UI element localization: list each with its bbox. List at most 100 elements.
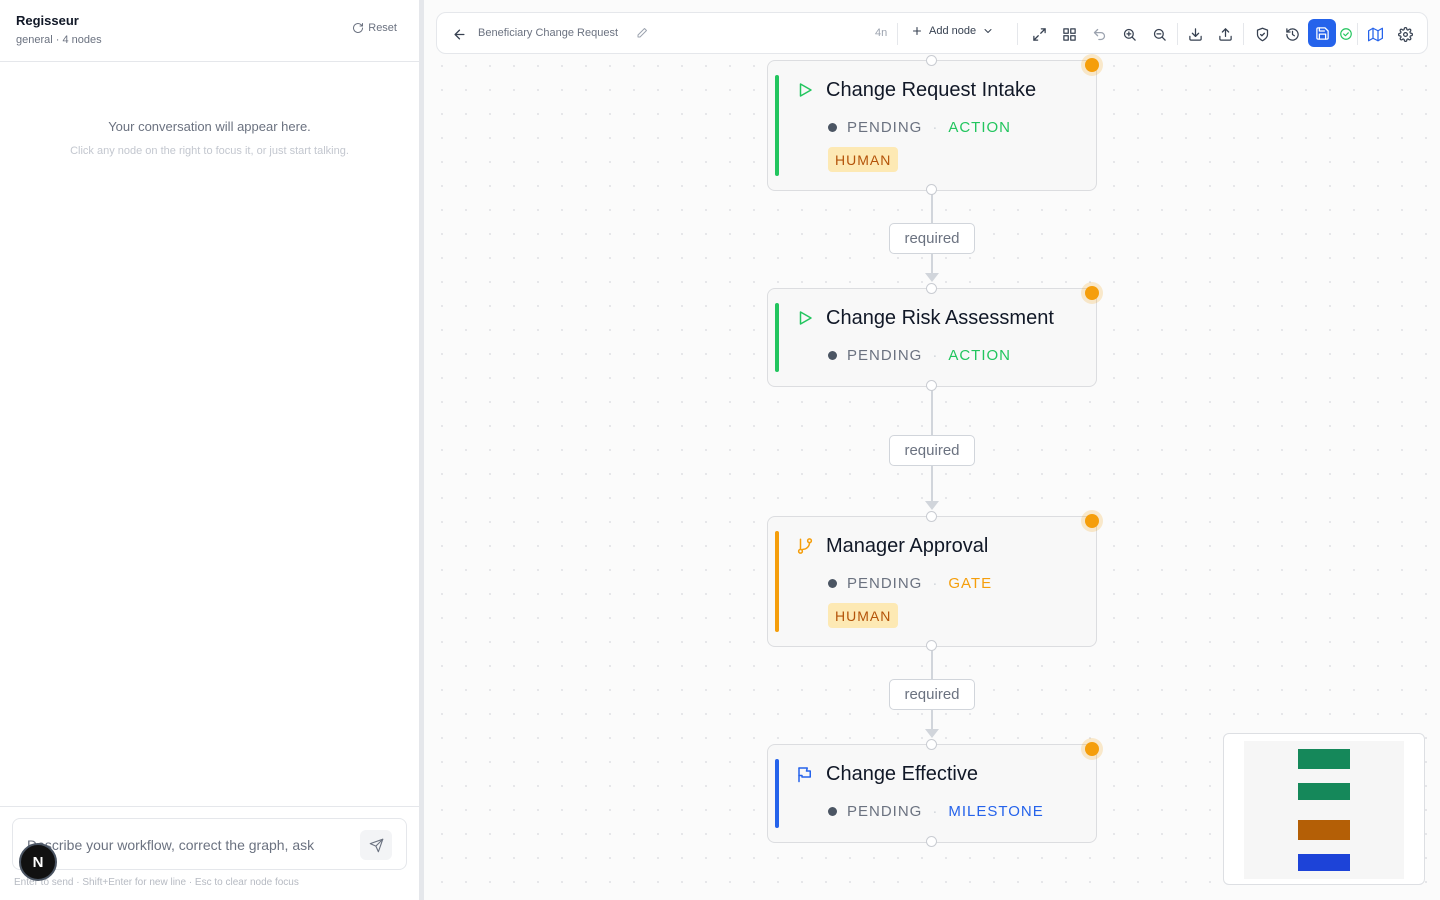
status-badge: PENDING [847,347,923,364]
toolbar-divider [1357,23,1358,45]
upload-button[interactable] [1215,24,1235,44]
separator-dot: · [932,575,939,592]
node-meta: PENDING · ACTION [828,119,1011,136]
back-button[interactable] [449,24,469,44]
status-badge: PENDING [847,575,923,592]
workflow-title[interactable]: Beneficiary Change Request [478,27,618,39]
avatar[interactable]: N [19,843,57,881]
status-dot [828,123,837,132]
reset-label: Reset [368,22,397,34]
minimap-node [1298,854,1350,871]
shield-icon [1256,27,1268,41]
status-dot [828,579,837,588]
zoom-in-icon [1123,28,1136,41]
input-port[interactable] [926,739,937,750]
minimap-toggle-button[interactable] [1365,24,1385,44]
expand-icon [1032,27,1046,41]
chat-input[interactable] [27,831,357,859]
play-icon [799,83,812,97]
node-type: ACTION [948,347,1012,364]
node-title: Change Effective [826,763,978,785]
fit-view-button[interactable] [1029,24,1049,44]
status-dot [828,351,837,360]
chevron-down-icon [984,29,992,33]
output-port[interactable] [926,640,937,651]
edge-arrow [925,273,939,282]
auto-layout-button[interactable] [1059,24,1079,44]
composer-box [12,818,407,870]
node-meta: PENDING · MILESTONE [828,803,1044,820]
node-title: Change Request Intake [826,79,1037,101]
node-count: 4n [875,27,888,39]
map-icon [1367,27,1383,41]
reset-button[interactable]: Reset [352,22,397,34]
zoom-in-button[interactable] [1119,24,1139,44]
pending-indicator [1085,58,1099,72]
history-button[interactable] [1282,24,1302,44]
minimap-node [1298,783,1350,800]
minimap-node [1298,820,1350,840]
edge-line [931,387,933,437]
canvas-toolbar: Beneficiary Change Request 4n Add node [436,12,1428,54]
edge-label[interactable]: required [889,435,975,466]
edge-label[interactable]: required [889,679,975,710]
output-port[interactable] [926,380,937,391]
node-type: ACTION [948,119,1012,136]
workflow-node[interactable]: Change Risk Assessment PENDING · ACTION [767,286,1099,387]
composer-hint: Enter to send · Shift+Enter for new line… [14,877,299,888]
input-port[interactable] [926,55,937,66]
human-badge: HUMAN [828,147,899,172]
edge-arrow [925,501,939,510]
edge-label[interactable]: required [889,223,975,254]
save-button[interactable] [1308,19,1336,47]
minimap-viewport[interactable] [1244,741,1404,879]
pending-indicator [1085,514,1099,528]
play-icon [799,311,812,325]
download-button[interactable] [1185,24,1205,44]
separator-dot: · [932,803,939,820]
workflow-canvas[interactable]: Beneficiary Change Request 4n Add node r… [424,0,1440,900]
pending-indicator [1085,742,1099,756]
node-type-bar [775,531,779,632]
empty-state-title: Your conversation will appear here. [108,119,311,134]
app-name: Regisseur [16,13,79,28]
toolbar-divider [1177,23,1178,45]
toolbar-divider [1017,23,1018,45]
pencil-icon[interactable] [636,27,648,39]
workflow-node[interactable]: Manager Approval PENDING · GATE HUMAN [767,514,1099,647]
workflow-node[interactable]: Change Request Intake PENDING · ACTION H… [767,58,1099,191]
add-node-button[interactable]: Add node [911,25,994,37]
minimap-node [1298,749,1350,769]
empty-state-subtitle: Click any node on the right to focus it,… [70,145,349,157]
edge-line [931,466,933,502]
zoom-out-icon [1153,28,1166,41]
undo-button[interactable] [1089,24,1109,44]
undo-icon [1093,28,1105,40]
settings-button[interactable] [1395,24,1415,44]
human-badge: HUMAN [828,603,899,628]
node-type-bar [775,759,779,828]
edge-line [931,647,933,681]
node-type-bar [775,303,779,372]
zoom-out-button[interactable] [1149,24,1169,44]
chat-panel: Regisseur general · 4 nodes Reset Your c… [0,0,419,900]
output-port[interactable] [926,836,937,847]
back-arrow-icon [454,29,464,39]
node-title: Manager Approval [826,535,989,557]
layout-icon [1062,27,1076,41]
output-port[interactable] [926,184,937,195]
minimap[interactable] [1223,733,1425,885]
separator-dot: · [932,347,939,364]
node-type: MILESTONE [948,803,1044,820]
toolbar-divider [897,23,898,45]
composer-area: Enter to send · Shift+Enter for new line… [0,806,419,900]
plus-icon [912,26,922,36]
workflow-node[interactable]: Change Effective PENDING · MILESTONE [767,742,1099,843]
edge-line [931,254,933,274]
status-badge: PENDING [847,803,923,820]
validate-button[interactable] [1252,24,1272,44]
input-port[interactable] [926,283,937,294]
send-button[interactable] [360,830,392,860]
input-port[interactable] [926,511,937,522]
workflow-meta: general · 4 nodes [16,34,102,46]
